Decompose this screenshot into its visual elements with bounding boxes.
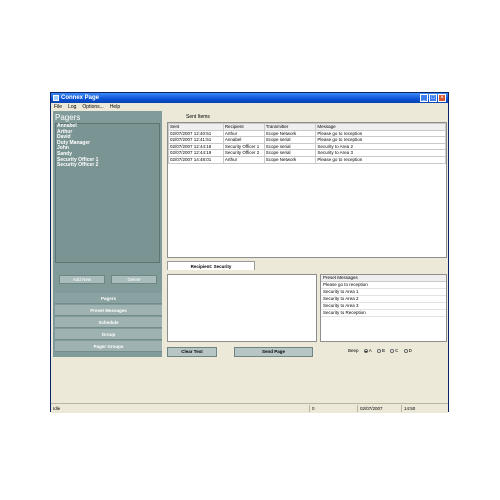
table-row[interactable]: 02/07/2007 12:44:19 Security Officer 2 S… [168,149,446,157]
status-bar: Idle 0 02/07/2007 14:50 [51,403,448,413]
app-icon [53,95,59,101]
status-text: Idle [53,406,61,411]
list-item[interactable]: Security to Area 1 [321,289,446,296]
cell-sent: 02/07/2007 14:48:01 [168,155,224,164]
preset-messages-header: Preset Messages [321,275,446,282]
table-row[interactable]: 02/07/2007 12:44:18 Security Officer 1 S… [168,142,446,151]
maximize-icon[interactable]: □ [429,94,437,102]
cell-sent: 02/07/2007 12:40:51 [168,129,224,138]
beep-radio-d[interactable] [403,348,408,353]
cell-transmitter: Scope Network [263,129,317,138]
status-count: 0 [309,405,357,412]
beep-selector: Beep A B C D [348,348,412,354]
cell-transmitter: Scope serial [263,136,317,144]
nav-pagers[interactable]: Pagers [55,293,162,304]
cell-sent: 02/07/2007 12:41:51 [168,136,224,144]
list-item[interactable]: Security to Area 3 [321,303,446,310]
menu-bar: File Log Options... Help [51,103,448,111]
beep-radio-c[interactable] [390,348,395,353]
sidebar: Pagers Annabel Arthur David Duty Manager… [53,111,162,357]
nav-schedule[interactable]: Schedule [55,317,162,328]
pager-list[interactable]: Annabel Arthur David Duty Manager John S… [55,123,160,263]
table-row[interactable]: 02/07/2007 12:41:51 Annabel Scope serial… [168,136,446,144]
menu-log[interactable]: Log [68,103,76,111]
list-item[interactable]: Please go to reception [321,282,446,289]
nav-pager-groups[interactable]: Pager Groups [55,341,162,352]
minimize-icon[interactable]: _ [420,94,428,102]
list-item[interactable]: Security to Area 2 [321,296,446,303]
beep-radio-a[interactable] [363,348,368,353]
cell-transmitter: Scope serial [263,149,317,157]
menu-help[interactable]: Help [110,103,120,111]
nav-preset-messages[interactable]: Preset Messages [55,305,162,316]
table-row[interactable]: 02/07/2007 14:48:01 Arthur Scope Network… [168,155,446,164]
list-item[interactable]: Security Officer 2 [56,163,159,169]
delete-button[interactable]: Delete [111,275,157,284]
cell-transmitter: Scope serial [263,142,317,151]
cell-message: Security to Area 2 [315,142,446,151]
window-title: Connex Page [61,95,100,101]
sent-items-table[interactable]: Sent Recipient Transmitter Message 02/07… [167,122,447,258]
send-page-button[interactable]: Send Page [234,347,313,357]
menu-options[interactable]: Options... [82,103,103,111]
beep-option-label: A [368,348,372,353]
beep-option-label: B [381,348,385,353]
beep-radio-b[interactable] [376,348,381,353]
beep-label: Beep [348,348,359,353]
table-row[interactable]: 02/07/2007 12:40:51 Arthur Scope Network… [168,129,446,138]
preset-messages-list[interactable]: Preset Messages Please go to reception S… [320,274,447,342]
list-item[interactable]: Security to Reception [321,310,446,317]
nav-group[interactable]: Group [55,329,162,340]
column-header-sent[interactable]: Sent [168,123,224,131]
add-new-button[interactable]: Add New [59,275,105,284]
column-header-transmitter[interactable]: Transmitter [263,123,317,131]
cell-message: Please go to reception [315,136,446,144]
title-bar[interactable]: Connex Page _ □ × [51,93,448,103]
cell-transmitter: Scope Network [263,155,317,164]
status-date: 02/07/2007 [357,405,401,412]
cell-recipient: Arthur [222,155,265,164]
status-time: 14:50 [401,405,448,412]
cell-recipient: Arthur [222,129,265,138]
sent-items-label: Sent Items [186,114,210,120]
menu-file[interactable]: File [54,103,62,111]
recipient-tab[interactable]: Recipient: Security [167,261,255,270]
cell-message: Please go to reception [315,129,446,138]
cell-message: Please go to reception [315,155,446,164]
cell-message: Security to Area 3 [315,149,446,157]
column-header-message[interactable]: Message [315,123,446,131]
close-icon[interactable]: × [438,94,446,102]
column-header-recipient[interactable]: Recipient [222,123,265,131]
beep-option-label: C [395,348,399,353]
clear-text-button[interactable]: Clear Text [167,347,217,357]
cell-sent: 02/07/2007 12:44:19 [168,149,224,157]
message-textarea[interactable] [167,274,317,342]
beep-option-label: D [408,348,412,353]
sidebar-title: Pagers [55,113,81,122]
app-window: Connex Page _ □ × File Log Options... Help … [50,92,449,413]
cell-recipient: Security Officer 1 [222,142,265,151]
cell-recipient: Security Officer 2 [222,149,265,157]
cell-recipient: Annabel [222,136,265,144]
cell-sent: 02/07/2007 12:44:18 [168,142,224,151]
